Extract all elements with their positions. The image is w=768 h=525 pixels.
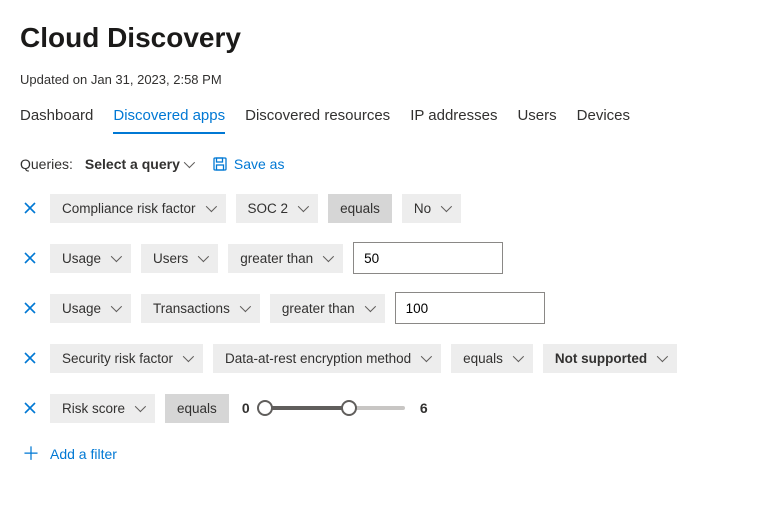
tab-devices[interactable]: Devices (577, 101, 630, 133)
save-as-label: Save as (234, 156, 285, 172)
chevron-down-icon (111, 251, 122, 262)
tab-discovered-resources[interactable]: Discovered resources (245, 101, 390, 133)
add-filter-label: Add a filter (50, 446, 117, 462)
filter-field[interactable]: Security risk factor (50, 344, 203, 373)
query-bar: Queries: Select a query Save as (20, 156, 748, 172)
chevron-down-icon (135, 401, 146, 412)
filter-operator[interactable]: greater than (228, 244, 343, 273)
remove-filter-icon[interactable] (22, 200, 38, 216)
chevron-down-icon (323, 251, 334, 262)
chevron-down-icon (111, 301, 122, 312)
chevron-down-icon (198, 251, 209, 262)
chevron-down-icon (513, 351, 524, 362)
chevron-down-icon (240, 301, 251, 312)
queries-label: Queries: (20, 156, 73, 172)
chevron-down-icon (183, 351, 194, 362)
filter-row: Security risk factor Data-at-rest encrypt… (20, 340, 748, 376)
slider-track[interactable] (265, 406, 405, 410)
filter-row: Compliance risk factor SOC 2 equals No (20, 190, 748, 226)
tabs: Dashboard Discovered apps Discovered resou… (20, 101, 748, 134)
filter-subfield[interactable]: Data-at-rest encryption method (213, 344, 441, 373)
slider-thumb-max[interactable] (341, 400, 357, 416)
filter-value-input[interactable] (395, 292, 545, 324)
updated-timestamp: Updated on Jan 31, 2023, 2:58 PM (20, 72, 748, 87)
chevron-down-icon (184, 157, 195, 168)
chevron-down-icon (205, 201, 216, 212)
filter-row: Usage Users greater than (20, 240, 748, 276)
query-select[interactable]: Select a query (85, 156, 192, 172)
filter-row: Risk scoreequals06 (20, 390, 748, 426)
filter-row: Usage Transactions greater than (20, 290, 748, 326)
chevron-down-icon (364, 301, 375, 312)
tab-discovered-apps[interactable]: Discovered apps (113, 101, 225, 134)
filter-subfield[interactable]: SOC 2 (236, 194, 319, 223)
filter-field[interactable]: Compliance risk factor (50, 194, 226, 223)
filter-value[interactable]: No (402, 194, 461, 223)
remove-filter-icon[interactable] (22, 250, 38, 266)
remove-filter-icon[interactable] (22, 400, 38, 416)
tab-users[interactable]: Users (517, 101, 556, 133)
filter-field[interactable]: Usage (50, 294, 131, 323)
chevron-down-icon (421, 351, 432, 362)
filters: Compliance risk factor SOC 2 equals No Usage… (20, 190, 748, 426)
filter-subfield[interactable]: Users (141, 244, 218, 273)
filter-operator[interactable]: equals (165, 394, 229, 423)
chevron-down-icon (298, 201, 309, 212)
slider-max-label: 6 (417, 400, 431, 416)
save-icon (212, 156, 228, 172)
filter-field[interactable]: Usage (50, 244, 131, 273)
slider-min-label: 0 (239, 400, 253, 416)
filter-subfield[interactable]: Transactions (141, 294, 260, 323)
page-title: Cloud Discovery (20, 22, 748, 54)
filter-operator[interactable]: greater than (270, 294, 385, 323)
save-as-button[interactable]: Save as (212, 156, 285, 172)
chevron-down-icon (441, 201, 452, 212)
plus-icon: ＋ (22, 446, 40, 462)
remove-filter-icon[interactable] (22, 300, 38, 316)
query-select-label: Select a query (85, 156, 180, 172)
filter-operator[interactable]: equals (451, 344, 533, 373)
filter-operator[interactable]: equals (328, 194, 392, 223)
risk-score-slider[interactable]: 06 (239, 400, 431, 416)
tab-ip-addresses[interactable]: IP addresses (410, 101, 497, 133)
filter-field[interactable]: Risk score (50, 394, 155, 423)
add-filter-button[interactable]: ＋ Add a filter (22, 446, 117, 462)
slider-thumb-min[interactable] (257, 400, 273, 416)
tab-dashboard[interactable]: Dashboard (20, 101, 93, 133)
filter-value-input[interactable] (353, 242, 503, 274)
remove-filter-icon[interactable] (22, 350, 38, 366)
filter-value[interactable]: Not supported (543, 344, 677, 373)
chevron-down-icon (657, 351, 668, 362)
